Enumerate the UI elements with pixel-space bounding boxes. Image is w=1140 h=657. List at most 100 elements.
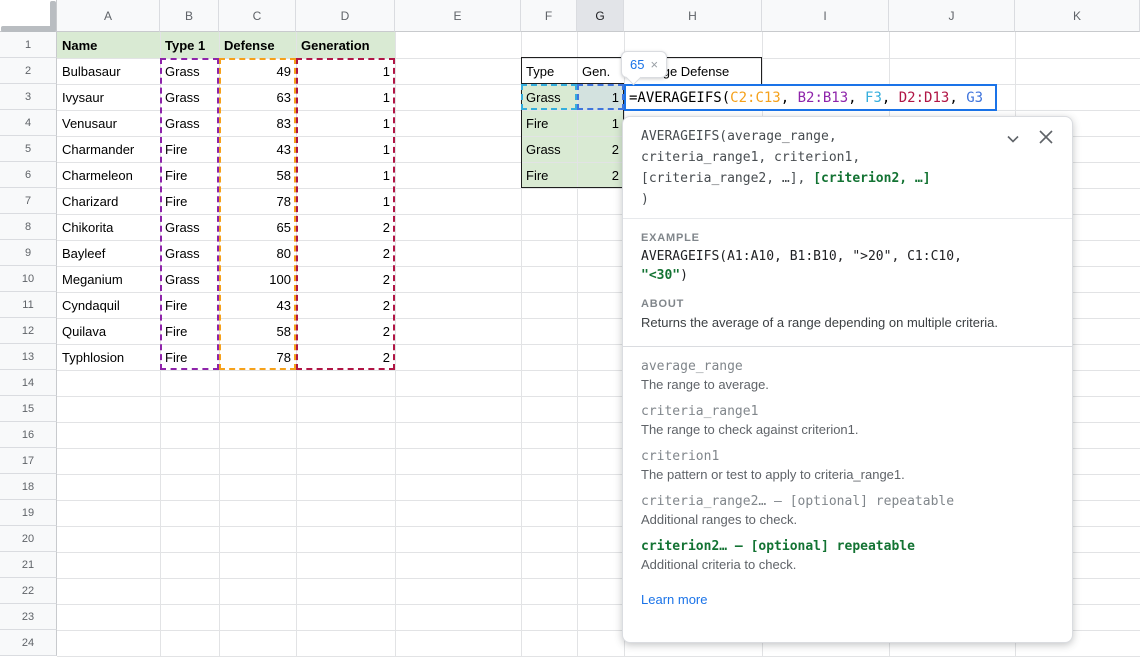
column-header-E[interactable]: E [395, 0, 521, 32]
cell-C6[interactable]: 58 [219, 162, 296, 188]
cell-F6[interactable]: Fire [521, 162, 577, 188]
row-header-21[interactable]: 21 [0, 552, 57, 578]
cell-A9[interactable]: Bayleef [57, 240, 160, 266]
row-header-9[interactable]: 9 [0, 240, 57, 266]
cell-C5[interactable]: 43 [219, 136, 296, 162]
row-header-3[interactable]: 3 [0, 84, 57, 110]
cell-D11[interactable]: 2 [296, 292, 395, 318]
column-header-B[interactable]: B [160, 0, 219, 32]
cell-F5[interactable]: Grass [521, 136, 577, 162]
tooltip-close-icon[interactable]: × [650, 57, 658, 72]
cell-A3[interactable]: Ivysaur [57, 84, 160, 110]
row-header-10[interactable]: 10 [0, 266, 57, 292]
cell-D9[interactable]: 2 [296, 240, 395, 266]
cell-B12[interactable]: Fire [160, 318, 219, 344]
column-header-D[interactable]: D [296, 0, 395, 32]
cell-B7[interactable]: Fire [160, 188, 219, 214]
cell-B10[interactable]: Grass [160, 266, 219, 292]
row-header-1[interactable]: 1 [0, 32, 57, 58]
cell-B5[interactable]: Fire [160, 136, 219, 162]
cell-F4[interactable]: Fire [521, 110, 577, 136]
row-header-24[interactable]: 24 [0, 630, 57, 656]
cell-B9[interactable]: Grass [160, 240, 219, 266]
cell-B6[interactable]: Fire [160, 162, 219, 188]
row-header-14[interactable]: 14 [0, 370, 57, 396]
row-header-13[interactable]: 13 [0, 344, 57, 370]
cell-A11[interactable]: Cyndaquil [57, 292, 160, 318]
cell-B1[interactable]: Type 1 [160, 32, 219, 58]
collapse-chevron-icon[interactable] [1006, 132, 1020, 146]
cell-A1[interactable]: Name [57, 32, 160, 58]
cell-B2[interactable]: Grass [160, 58, 219, 84]
cell-C1[interactable]: Defense [219, 32, 296, 58]
frozen-row-handle[interactable] [1, 26, 56, 32]
cell-D7[interactable]: 1 [296, 188, 395, 214]
cell-G2[interactable]: Gen. [577, 58, 624, 84]
cell-D12[interactable]: 2 [296, 318, 395, 344]
formula-editor[interactable]: =AVERAGEIFS(C2:C13, B2:B13, F3, D2:D13, … [624, 84, 997, 111]
row-header-17[interactable]: 17 [0, 448, 57, 474]
row-header-6[interactable]: 6 [0, 162, 57, 188]
cell-D2[interactable]: 1 [296, 58, 395, 84]
row-header-23[interactable]: 23 [0, 604, 57, 630]
cell-D1[interactable]: Generation [296, 32, 395, 58]
column-header-F[interactable]: F [521, 0, 577, 32]
row-header-2[interactable]: 2 [0, 58, 57, 84]
row-header-4[interactable]: 4 [0, 110, 57, 136]
cell-F3[interactable]: Grass [521, 84, 577, 110]
cell-C10[interactable]: 100 [219, 266, 296, 292]
cell-B13[interactable]: Fire [160, 344, 219, 370]
row-header-20[interactable]: 20 [0, 526, 57, 552]
column-header-I[interactable]: I [762, 0, 889, 32]
cell-G6[interactable]: 2 [577, 162, 624, 188]
close-icon[interactable] [1038, 129, 1054, 145]
cell-A10[interactable]: Meganium [57, 266, 160, 292]
cell-A5[interactable]: Charmander [57, 136, 160, 162]
cell-C13[interactable]: 78 [219, 344, 296, 370]
cell-C3[interactable]: 63 [219, 84, 296, 110]
cell-D6[interactable]: 1 [296, 162, 395, 188]
row-header-12[interactable]: 12 [0, 318, 57, 344]
cell-B4[interactable]: Grass [160, 110, 219, 136]
cell-D5[interactable]: 1 [296, 136, 395, 162]
row-header-18[interactable]: 18 [0, 474, 57, 500]
cell-A4[interactable]: Venusaur [57, 110, 160, 136]
column-header-K[interactable]: K [1015, 0, 1140, 32]
cell-B3[interactable]: Grass [160, 84, 219, 110]
row-header-11[interactable]: 11 [0, 292, 57, 318]
cell-A8[interactable]: Chikorita [57, 214, 160, 240]
row-header-22[interactable]: 22 [0, 578, 57, 604]
row-header-7[interactable]: 7 [0, 188, 57, 214]
cell-C12[interactable]: 58 [219, 318, 296, 344]
row-header-15[interactable]: 15 [0, 396, 57, 422]
row-header-5[interactable]: 5 [0, 136, 57, 162]
cell-D3[interactable]: 1 [296, 84, 395, 110]
column-header-C[interactable]: C [219, 0, 296, 32]
cell-C7[interactable]: 78 [219, 188, 296, 214]
cell-D4[interactable]: 1 [296, 110, 395, 136]
cell-G5[interactable]: 2 [577, 136, 624, 162]
cell-A7[interactable]: Charizard [57, 188, 160, 214]
column-header-H[interactable]: H [624, 0, 762, 32]
row-header-8[interactable]: 8 [0, 214, 57, 240]
cell-C2[interactable]: 49 [219, 58, 296, 84]
cell-B8[interactable]: Grass [160, 214, 219, 240]
cell-C9[interactable]: 80 [219, 240, 296, 266]
row-header-16[interactable]: 16 [0, 422, 57, 448]
row-header-19[interactable]: 19 [0, 500, 57, 526]
cell-D10[interactable]: 2 [296, 266, 395, 292]
cell-D13[interactable]: 2 [296, 344, 395, 370]
column-header-J[interactable]: J [889, 0, 1015, 32]
cell-A13[interactable]: Typhlosion [57, 344, 160, 370]
cell-C4[interactable]: 83 [219, 110, 296, 136]
cell-A6[interactable]: Charmeleon [57, 162, 160, 188]
column-header-G[interactable]: G [577, 0, 624, 32]
cell-A12[interactable]: Quilava [57, 318, 160, 344]
cell-B11[interactable]: Fire [160, 292, 219, 318]
cell-A2[interactable]: Bulbasaur [57, 58, 160, 84]
cell-C11[interactable]: 43 [219, 292, 296, 318]
column-header-A[interactable]: A [57, 0, 160, 32]
learn-more-link[interactable]: Learn more [641, 592, 707, 607]
cell-F2[interactable]: Type [521, 58, 577, 84]
cell-D8[interactable]: 2 [296, 214, 395, 240]
